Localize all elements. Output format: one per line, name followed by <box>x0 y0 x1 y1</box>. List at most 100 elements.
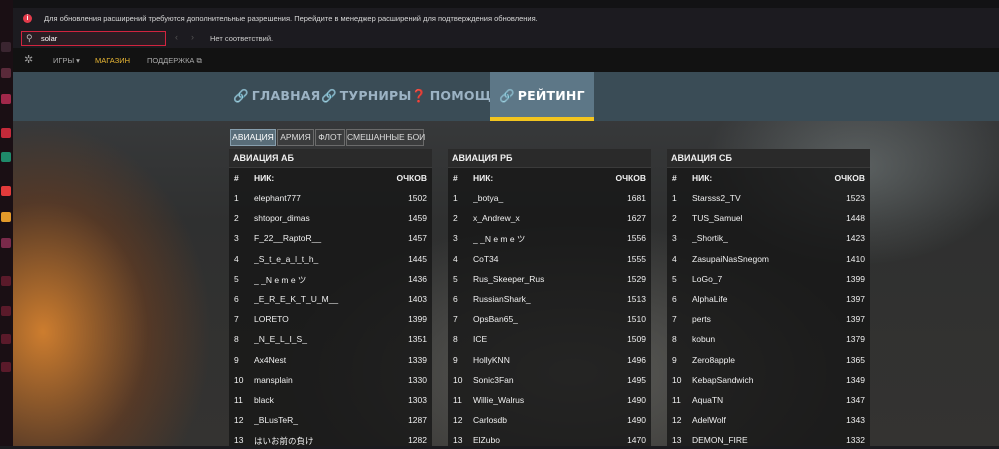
nick-cell[interactable]: x_Andrew_x <box>473 213 603 223</box>
nick-cell[interactable]: _ _N e m e ツ <box>473 233 603 245</box>
store-link[interactable]: МАГАЗИН <box>95 56 130 65</box>
nick-cell[interactable]: Ax4Nest <box>254 355 384 365</box>
find-next-icon[interactable]: › <box>191 32 194 42</box>
nick-cell[interactable]: Starsss2_TV <box>692 193 822 203</box>
nick-cell[interactable]: _S_t_e_a_l_t_h_ <box>254 254 384 264</box>
table-row[interactable]: 9 HollyKNN 1496 <box>448 349 651 369</box>
support-link[interactable]: ПОДДЕРЖКА ⧉ <box>147 56 202 66</box>
table-row[interactable]: 11 Willie_Walrus 1490 <box>448 389 651 409</box>
table-row[interactable]: 5 Rus_Skeeper_Rus 1529 <box>448 268 651 288</box>
table-row[interactable]: 9 Zero8apple 1365 <box>667 349 870 369</box>
nick-cell[interactable]: elephant777 <box>254 193 384 203</box>
nick-cell[interactable]: LORETO <box>254 314 384 324</box>
nick-cell[interactable]: Sonic3Fan <box>473 375 603 385</box>
tab-aviation[interactable]: АВИАЦИЯ <box>230 129 276 146</box>
nick-cell[interactable]: kobun <box>692 334 822 344</box>
address-bar-strip[interactable] <box>13 0 999 8</box>
table-row[interactable]: 2 x_Andrew_x 1627 <box>448 207 651 227</box>
table-row[interactable]: 5 _ _N e m e ツ 1436 <box>229 268 432 288</box>
find-prev-icon[interactable]: ‹ <box>175 32 178 42</box>
table-row[interactable]: 12 _BLusTeR_ 1287 <box>229 409 432 429</box>
table-row[interactable]: 3 _Shortik_ 1423 <box>667 227 870 247</box>
nick-cell[interactable]: KebapSandwich <box>692 375 822 385</box>
table-row[interactable]: 3 F_22__RaptoR__ 1457 <box>229 227 432 247</box>
nick-cell[interactable]: perts <box>692 314 822 324</box>
sidebar-app-icon[interactable] <box>1 186 11 196</box>
table-row[interactable]: 7 LORETO 1399 <box>229 308 432 328</box>
nick-cell[interactable]: _ _N e m e ツ <box>254 274 384 286</box>
nick-cell[interactable]: _N_E_L_I_S_ <box>254 334 384 344</box>
nick-cell[interactable]: F_22__RaptoR__ <box>254 233 384 243</box>
table-row[interactable]: 13 はいお前の負け 1282 <box>229 429 432 449</box>
table-row[interactable]: 10 Sonic3Fan 1495 <box>448 369 651 389</box>
table-row[interactable]: 4 ZasupaiNasSnegom 1410 <box>667 248 870 268</box>
nick-cell[interactable]: RussianShark_ <box>473 294 603 304</box>
sidebar-app-icon[interactable] <box>1 306 11 316</box>
games-menu[interactable]: ИГРЫ ▾ <box>53 56 80 65</box>
tab-mixed[interactable]: СМЕШАННЫЕ БОИ <box>346 129 425 146</box>
menu-item-home[interactable]: 🔗 ГЛАВНАЯ <box>233 88 320 106</box>
table-row[interactable]: 10 KebapSandwich 1349 <box>667 369 870 389</box>
table-row[interactable]: 8 _N_E_L_I_S_ 1351 <box>229 328 432 348</box>
table-row[interactable]: 10 mansplain 1330 <box>229 369 432 389</box>
nick-cell[interactable]: Zero8apple <box>692 355 822 365</box>
menu-item-tournaments[interactable]: 🔗 ТУРНИРЫ <box>321 88 412 106</box>
nick-cell[interactable]: AquaTN <box>692 395 822 405</box>
menu-item-help[interactable]: ❓ ПОМОЩЬ <box>411 88 501 106</box>
nick-cell[interactable]: black <box>254 395 384 405</box>
table-row[interactable]: 1 elephant777 1502 <box>229 187 432 207</box>
sidebar-app-icon[interactable] <box>1 152 11 162</box>
table-row[interactable]: 13 ElZubo 1470 <box>448 429 651 449</box>
nick-cell[interactable]: TUS_Samuel <box>692 213 822 223</box>
sidebar-app-icon[interactable] <box>1 334 11 344</box>
sidebar-app-icon[interactable] <box>1 68 11 78</box>
sidebar-app-icon[interactable] <box>1 42 11 52</box>
nick-cell[interactable]: ElZubo <box>473 435 603 445</box>
table-row[interactable]: 11 black 1303 <box>229 389 432 409</box>
table-row[interactable]: 7 perts 1397 <box>667 308 870 328</box>
nick-cell[interactable]: shtopor_dimas <box>254 213 384 223</box>
table-row[interactable]: 12 Carlosdb 1490 <box>448 409 651 429</box>
table-row[interactable]: 6 _E_R_E_K_T_U_M__ 1403 <box>229 288 432 308</box>
nick-cell[interactable]: OpsBan65_ <box>473 314 603 324</box>
table-row[interactable]: 7 OpsBan65_ 1510 <box>448 308 651 328</box>
tab-navy[interactable]: ФЛОТ <box>315 129 345 146</box>
table-row[interactable]: 4 _S_t_e_a_l_t_h_ 1445 <box>229 248 432 268</box>
table-row[interactable]: 2 shtopor_dimas 1459 <box>229 207 432 227</box>
table-row[interactable]: 4 CoT34 1555 <box>448 248 651 268</box>
table-row[interactable]: 6 RussianShark_ 1513 <box>448 288 651 308</box>
table-row[interactable]: 5 LoGo_7 1399 <box>667 268 870 288</box>
sidebar-app-icon[interactable] <box>1 362 11 372</box>
table-row[interactable]: 11 AquaTN 1347 <box>667 389 870 409</box>
nick-cell[interactable]: mansplain <box>254 375 384 385</box>
nick-cell[interactable]: DEMON_FIRE <box>692 435 822 445</box>
nick-cell[interactable]: _Shortik_ <box>692 233 822 243</box>
nick-cell[interactable]: HollyKNN <box>473 355 603 365</box>
nick-cell[interactable]: LoGo_7 <box>692 274 822 284</box>
table-row[interactable]: 8 kobun 1379 <box>667 328 870 348</box>
table-row[interactable]: 9 Ax4Nest 1339 <box>229 349 432 369</box>
table-row[interactable]: 2 TUS_Samuel 1448 <box>667 207 870 227</box>
nick-cell[interactable]: ICE <box>473 334 603 344</box>
nick-cell[interactable]: _E_R_E_K_T_U_M__ <box>254 294 384 304</box>
nick-cell[interactable]: _BLusTeR_ <box>254 415 384 425</box>
nick-cell[interactable]: ZasupaiNasSnegom <box>692 254 822 264</box>
sidebar-app-icon[interactable] <box>1 238 11 248</box>
nick-cell[interactable]: Willie_Walrus <box>473 395 603 405</box>
gear-icon[interactable]: ✲ <box>24 53 33 66</box>
table-row[interactable]: 1 Starsss2_TV 1523 <box>667 187 870 207</box>
sidebar-app-icon[interactable] <box>1 276 11 286</box>
nick-cell[interactable]: _botya_ <box>473 193 603 203</box>
sidebar-app-icon[interactable] <box>1 212 11 222</box>
find-query[interactable]: solar <box>41 34 57 43</box>
tab-army[interactable]: АРМИЯ <box>277 129 314 146</box>
table-row[interactable]: 8 ICE 1509 <box>448 328 651 348</box>
sidebar-app-icon[interactable] <box>1 128 11 138</box>
nick-cell[interactable]: CoT34 <box>473 254 603 264</box>
nick-cell[interactable]: Rus_Skeeper_Rus <box>473 274 603 284</box>
table-row[interactable]: 13 DEMON_FIRE 1332 <box>667 429 870 449</box>
nick-cell[interactable]: Carlosdb <box>473 415 603 425</box>
table-row[interactable]: 12 AdelWolf 1343 <box>667 409 870 429</box>
table-row[interactable]: 3 _ _N e m e ツ 1556 <box>448 227 651 247</box>
nick-cell[interactable]: AdelWolf <box>692 415 822 425</box>
